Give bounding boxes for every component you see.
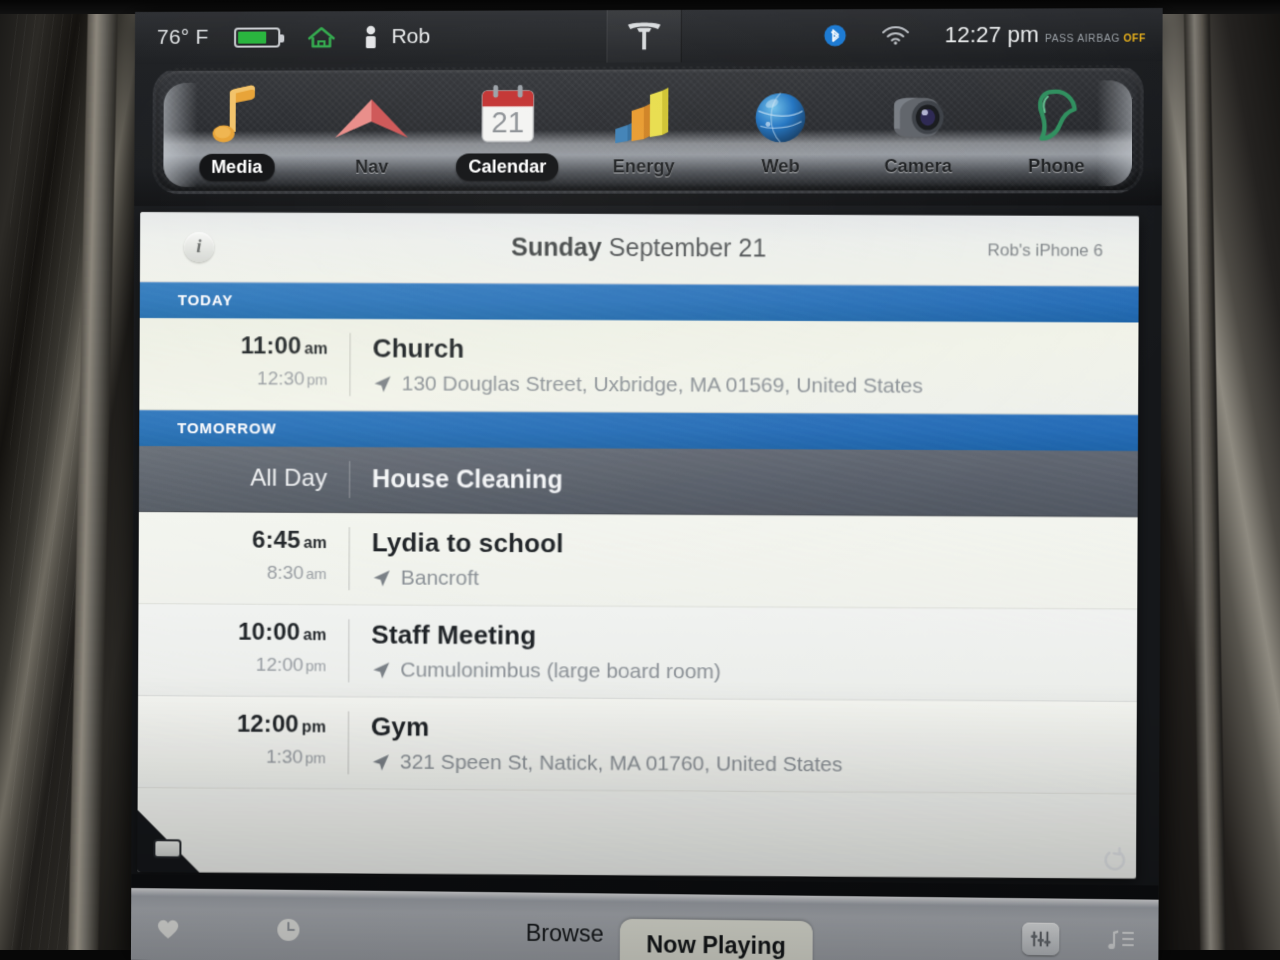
playlist-icon[interactable] bbox=[1105, 924, 1136, 955]
event-location-text: 321 Speen St, Natick, MA 01760, United S… bbox=[399, 750, 843, 777]
navigate-arrow-icon bbox=[372, 374, 392, 394]
section-header-today: TODAY bbox=[139, 282, 1140, 323]
person-icon[interactable] bbox=[363, 24, 379, 50]
event-times: 12:00 pm 1:30 pm bbox=[236, 710, 327, 769]
clock-icon[interactable] bbox=[273, 915, 303, 945]
app-phone-label: Phone bbox=[1027, 155, 1085, 177]
all-day-label: All Day bbox=[250, 464, 328, 492]
driver-profile-name[interactable]: Rob bbox=[391, 25, 430, 49]
event-times: 10:00 am 12:00 pm bbox=[238, 618, 327, 677]
calendar-app-panel: i Sunday September 21 Rob's iPhone 6 TOD… bbox=[137, 211, 1140, 879]
event-body: Gym 321 Speen St, Natick, MA 01760, Unit… bbox=[349, 697, 1138, 793]
app-calendar-label: Calendar bbox=[456, 153, 559, 181]
wifi-icon[interactable] bbox=[881, 25, 910, 45]
event-times: 6:45 am 8:30 am bbox=[251, 526, 327, 584]
bluetooth-icon[interactable] bbox=[823, 24, 846, 47]
navigate-arrow-icon bbox=[372, 568, 392, 588]
outside-temperature: 76° F bbox=[156, 25, 209, 49]
event-body: Lydia to school Bancroft bbox=[350, 513, 1139, 608]
clock-and-airbag: 12:27 pm PASS AIRBAG OFF bbox=[944, 21, 1147, 48]
media-player-bar: Browse Now Playing bbox=[130, 873, 1159, 960]
navigate-arrow-icon bbox=[371, 660, 391, 680]
tab-browse[interactable]: Browse bbox=[509, 909, 619, 958]
app-camera-label: Camera bbox=[884, 155, 953, 177]
event-location-text: 130 Douglas Street, Uxbridge, MA 01569, … bbox=[401, 372, 923, 398]
left-dash-trim bbox=[0, 0, 140, 960]
app-nav-label: Nav bbox=[354, 156, 389, 177]
event-row-staff-meeting[interactable]: 10:00 am 12:00 pm Staff Meeting Cumulonimb… bbox=[138, 604, 1138, 702]
tesla-logo[interactable] bbox=[606, 9, 682, 63]
bar-chart-icon bbox=[611, 72, 676, 147]
calendar-weekday: Sunday bbox=[511, 233, 602, 262]
app-energy-label: Energy bbox=[612, 156, 675, 177]
event-times: All Day bbox=[139, 446, 349, 512]
navigate-arrow-icon bbox=[371, 752, 391, 772]
touchscreen: 76° F Rob 12:27 pm PASS AIRBAG OFF Media… bbox=[130, 7, 1163, 960]
svg-text:21: 21 bbox=[491, 108, 524, 140]
event-title: Staff Meeting bbox=[371, 619, 537, 651]
event-title: Lydia to school bbox=[371, 527, 564, 559]
event-title: House Cleaning bbox=[372, 465, 563, 495]
app-phone[interactable]: Phone bbox=[987, 68, 1126, 184]
heart-icon[interactable] bbox=[153, 913, 183, 943]
event-location[interactable]: Bancroft bbox=[372, 566, 1138, 594]
calendar-surface: i Sunday September 21 Rob's iPhone 6 TOD… bbox=[137, 211, 1140, 879]
event-body: Church 130 Douglas Street, Uxbridge, MA … bbox=[350, 319, 1139, 414]
app-launcher-bar: Media Nav 21 Calendar Energy Web Camera … bbox=[134, 60, 1163, 206]
event-row-gym[interactable]: 12:00 pm 1:30 pm Gym 321 Speen St, Natick,… bbox=[137, 696, 1138, 795]
globe-icon bbox=[751, 72, 811, 147]
event-location[interactable]: Cumulonimbus (large board room) bbox=[371, 658, 1137, 687]
battery-icon bbox=[234, 27, 281, 48]
app-camera[interactable]: Camera bbox=[849, 69, 987, 185]
passenger-airbag-status: PASS AIRBAG OFF bbox=[1044, 33, 1147, 46]
app-energy[interactable]: Energy bbox=[575, 69, 712, 184]
phone-handset-icon bbox=[1030, 71, 1084, 146]
navigation-arrow-icon bbox=[331, 73, 412, 147]
app-web[interactable]: Web bbox=[712, 69, 850, 185]
event-row-house-cleaning[interactable]: All Day House Cleaning bbox=[138, 446, 1139, 518]
tesla-center-console-photo: 76° F Rob 12:27 pm PASS AIRBAG OFF Media… bbox=[0, 0, 1280, 960]
music-note-icon bbox=[210, 74, 264, 148]
section-header-tomorrow: TOMORROW bbox=[139, 410, 1139, 452]
event-row-lydia-to-school[interactable]: 6:45 am 8:30 am Lydia to school Bancroft bbox=[138, 512, 1139, 610]
equalizer-icon[interactable] bbox=[1022, 922, 1060, 956]
event-body: House Cleaning bbox=[350, 447, 1138, 516]
info-icon[interactable]: i bbox=[183, 231, 215, 262]
camera-icon bbox=[883, 72, 953, 147]
event-title: Church bbox=[372, 333, 465, 364]
event-title: Gym bbox=[370, 711, 430, 742]
app-nav[interactable]: Nav bbox=[304, 70, 440, 185]
tab-now-playing[interactable]: Now Playing bbox=[619, 918, 813, 960]
calendar-icon: 21 bbox=[477, 73, 538, 148]
home-icon[interactable] bbox=[307, 24, 337, 50]
current-time: 12:27 pm bbox=[944, 21, 1040, 48]
app-calendar[interactable]: 21 Calendar bbox=[439, 70, 575, 185]
status-bar: 76° F Rob 12:27 pm PASS AIRBAG OFF bbox=[134, 7, 1163, 64]
calendar-header: i Sunday September 21 Rob's iPhone 6 bbox=[139, 211, 1140, 287]
event-body: Staff Meeting Cumulonimbus (large board … bbox=[349, 605, 1138, 701]
event-location-text: Bancroft bbox=[400, 566, 480, 590]
event-row-church[interactable]: 11:00 am 12:30 pm Church 130 Douglas Stree… bbox=[139, 318, 1139, 415]
calendar-resize-button[interactable] bbox=[153, 839, 182, 859]
event-location[interactable]: 130 Douglas Street, Uxbridge, MA 01569, … bbox=[372, 372, 1138, 400]
event-location-text: Cumulonimbus (large board room) bbox=[400, 658, 722, 684]
paired-device-label: Rob's iPhone 6 bbox=[987, 240, 1104, 260]
app-web-label: Web bbox=[761, 156, 800, 177]
refresh-icon[interactable] bbox=[1100, 846, 1126, 872]
app-media-label: Media bbox=[198, 153, 275, 181]
event-times: 11:00 am 12:30 pm bbox=[240, 332, 328, 390]
launcher-tray: Media Nav 21 Calendar Energy Web Camera … bbox=[152, 65, 1144, 194]
app-media[interactable]: Media bbox=[169, 71, 304, 185]
event-location[interactable]: 321 Speen St, Natick, MA 01760, United S… bbox=[371, 750, 1137, 779]
calendar-date: September 21 bbox=[608, 233, 767, 263]
